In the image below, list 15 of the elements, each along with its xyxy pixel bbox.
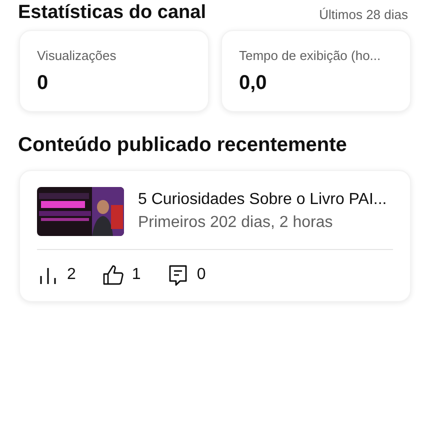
metric-value: 2 — [67, 266, 76, 284]
video-subtitle: Primeiros 202 dias, 2 horas — [138, 214, 334, 232]
video-title[interactable]: 5 Curiosidades Sobre o Livro PAI... — [138, 191, 387, 209]
section-title: Estatísticas do canal — [18, 4, 206, 22]
stat-value: 0 — [37, 72, 48, 95]
stat-value: 0,0 — [239, 72, 267, 95]
metric-value: 0 — [196, 266, 206, 284]
thumbs-up-icon — [102, 264, 124, 286]
stat-label: Tempo de exibição (ho... — [239, 48, 381, 63]
metric-value: 1 — [132, 266, 141, 284]
video-card[interactable]: 5 Curiosidades Sobre o Livro PAI... Primeiros 202 dias, 2 horas 2 1 0 — [19, 170, 411, 302]
stat-label: Visualizações — [37, 48, 116, 63]
period-label: Últimos 28 dias — [319, 8, 408, 22]
section-title: Conteúdo publicado recentemente — [18, 134, 347, 157]
comment-icon — [166, 264, 189, 286]
